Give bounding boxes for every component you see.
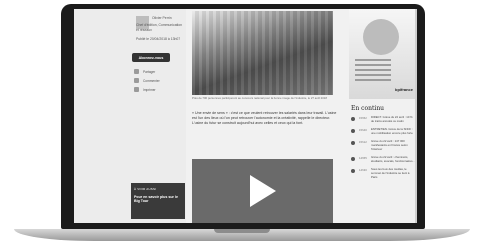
video-player[interactable] [192, 159, 333, 223]
comment-label: Commenter [143, 78, 160, 83]
news-text: Grève du 22 avril : 147 000 manifestants… [371, 139, 408, 151]
play-icon[interactable] [248, 173, 278, 209]
news-text: Sous les feux des médias, le sommet de l… [371, 167, 410, 179]
comment-icon [134, 78, 139, 83]
news-item[interactable]: 15h12 Grève du 22 avril : 147 000 manife… [351, 140, 415, 151]
promo-title: Pour en savoir plus sur le Big Tour [134, 195, 178, 204]
scrollbar[interactable] [415, 9, 417, 223]
news-time: 15h12 [359, 140, 367, 145]
article-main: Près de 700 personnes participeront au c… [186, 9, 341, 223]
clock-icon [351, 117, 355, 121]
ad-text-block [355, 59, 391, 81]
share-label: Partager [143, 69, 156, 74]
news-heading: En continu [351, 105, 385, 112]
left-sidebar: Olivier Perrin Chef d'édition, Communica… [74, 9, 186, 223]
laptop-mockup: Olivier Perrin Chef d'édition, Communica… [0, 0, 484, 246]
follow-button[interactable]: Abonnez-vous [132, 53, 170, 62]
clock-icon [351, 169, 355, 174]
ad-graphic [363, 19, 399, 55]
advertisement[interactable]: bpifrance [349, 9, 417, 99]
news-item[interactable]: 15h52 DIRECT. Grève du 22 avril : 10 % d… [351, 115, 415, 123]
print-icon [134, 87, 139, 92]
comment-link[interactable]: Commenter [134, 78, 160, 83]
article-body: « Une envie de sens » : c'est ce que veu… [192, 111, 337, 125]
news-item[interactable]: 14h55 Grève du 22 avril : cheminots, étu… [351, 155, 415, 163]
news-text: DIRECT. Grève du 22 avril : 10 % de trai… [371, 115, 413, 123]
print-link[interactable]: Imprimer [134, 87, 156, 92]
share-link[interactable]: Partager [134, 69, 155, 74]
author-role: Chef d'édition, Communication et réseaux [136, 23, 183, 32]
screen: Olivier Perrin Chef d'édition, Communica… [74, 9, 417, 223]
news-time: 15h40 [359, 128, 367, 133]
clock-icon [351, 157, 355, 162]
news-item[interactable]: 15h40 ENTRETIEN. Grève de la SNCF : une … [351, 127, 415, 135]
news-list: 15h52 DIRECT. Grève du 22 avril : 10 % d… [351, 115, 415, 184]
author-name: Olivier Perrin [152, 16, 172, 20]
publish-meta: Publié le 20/04/2018 à 13h07 [136, 37, 181, 41]
news-time: 15h52 [359, 116, 367, 120]
hero-caption: Près de 700 personnes participeront au c… [192, 96, 327, 100]
promo-card[interactable]: À VOIR AUSSI Pour en savoir plus sur le … [131, 183, 185, 219]
clock-icon [351, 141, 355, 146]
news-text: ENTRETIEN. Grève de la SNCF : une mobili… [371, 127, 413, 135]
hero-image [192, 11, 333, 95]
news-text: Grève du 22 avril : cheminots, étudiants… [371, 155, 415, 163]
news-time: 14h55 [359, 156, 367, 161]
news-time: 14h30 [359, 168, 367, 173]
news-item[interactable]: 14h30 Sous les feux des médias, le somme… [351, 168, 415, 179]
ad-brand-logo: bpifrance [395, 87, 414, 92]
promo-tag: À VOIR AUSSI [134, 187, 157, 191]
right-sidebar: bpifrance En continu 15h52 DIRECT. Grève… [341, 9, 417, 223]
clock-icon [351, 129, 355, 134]
print-label: Imprimer [143, 87, 156, 92]
laptop-notch [214, 229, 270, 233]
share-icon [134, 69, 139, 74]
